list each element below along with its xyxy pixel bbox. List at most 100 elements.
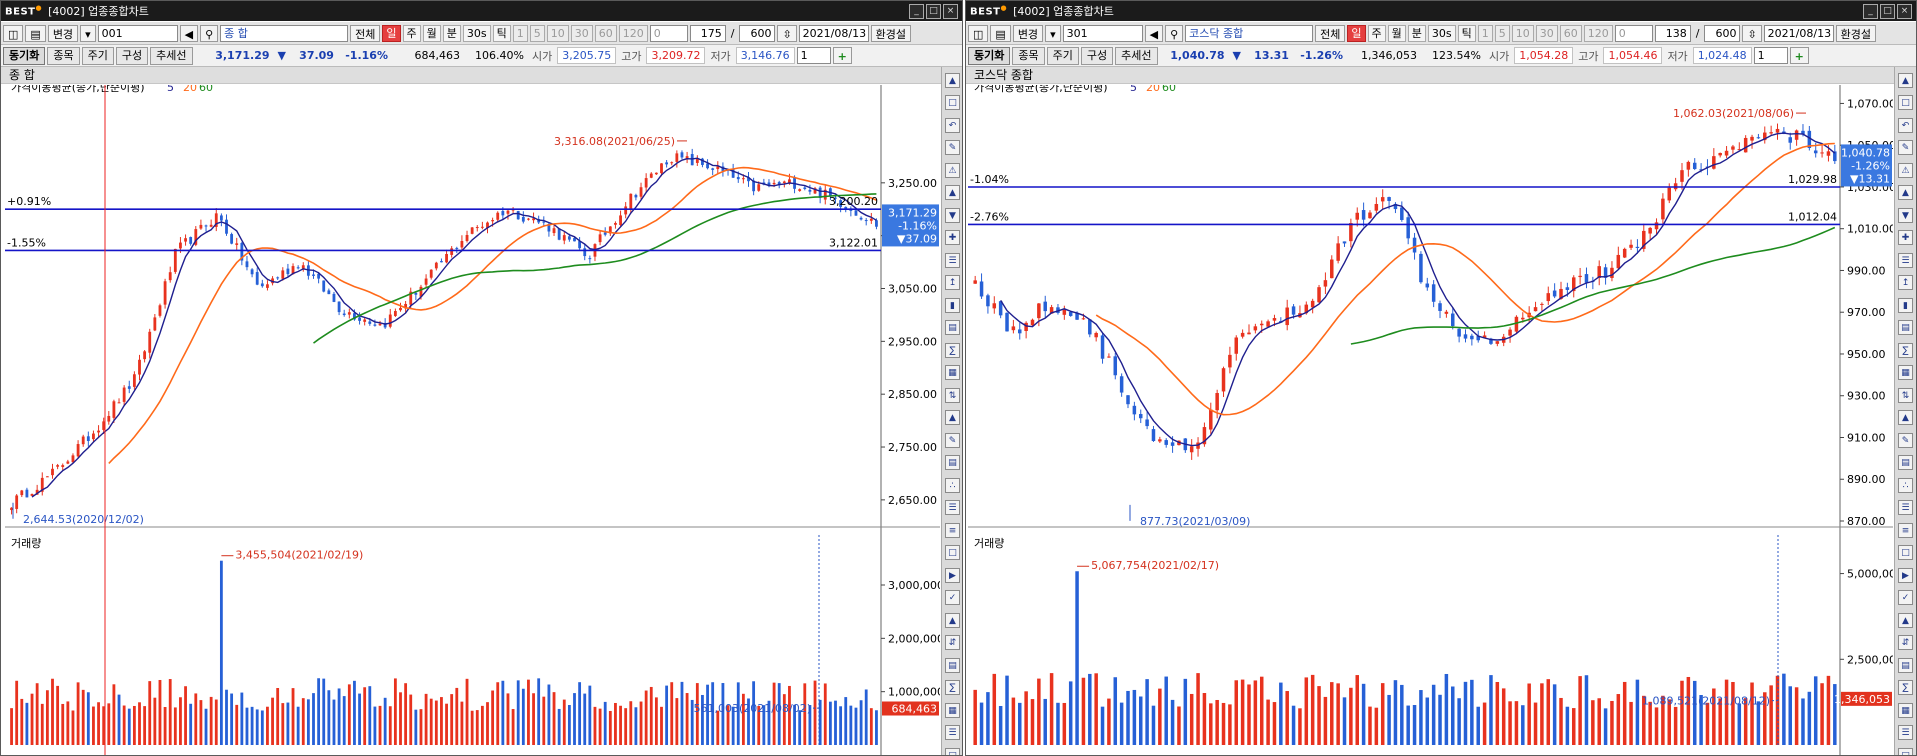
- scroll-up-icon[interactable]: ▲: [945, 73, 960, 88]
- draw-tool-icon[interactable]: ∴: [945, 477, 960, 493]
- draw-tool-icon[interactable]: ✎: [945, 140, 960, 155]
- draw-tool-icon[interactable]: ▲: [1898, 185, 1913, 200]
- draw-tool-icon[interactable]: ▦: [1898, 702, 1913, 718]
- period-day[interactable]: 일: [1347, 24, 1366, 42]
- period-30s[interactable]: 30s: [462, 24, 491, 42]
- count-input[interactable]: 175: [689, 24, 726, 42]
- minute-120[interactable]: 120: [1583, 24, 1613, 42]
- minute-5[interactable]: 5: [1494, 24, 1510, 42]
- chart-area[interactable]: 1,070.001,050.001,030.001,010.00990.0097…: [968, 70, 1903, 755]
- add-icon[interactable]: +: [1789, 47, 1809, 64]
- maximize-icon[interactable]: □: [926, 4, 941, 19]
- sync-button[interactable]: 동기화: [968, 46, 1011, 65]
- draw-tool-icon[interactable]: ☰: [945, 252, 960, 268]
- draw-tool-icon[interactable]: ▮: [1898, 297, 1913, 313]
- minimize-icon[interactable]: _: [1863, 4, 1878, 19]
- trend-button[interactable]: 추세선: [150, 46, 193, 65]
- minute-1[interactable]: 1: [512, 24, 528, 42]
- draw-tool-icon[interactable]: ∑: [945, 680, 960, 695]
- draw-tool-icon[interactable]: ↶: [1898, 117, 1913, 133]
- draw-tool-icon[interactable]: ▤: [1898, 320, 1913, 335]
- draw-tool-icon[interactable]: ∴: [1898, 477, 1913, 493]
- draw-tool-icon[interactable]: ▤: [1898, 455, 1913, 470]
- minute-60[interactable]: 60: [1559, 24, 1582, 42]
- minute-1[interactable]: 1: [1477, 24, 1493, 42]
- draw-tool-icon[interactable]: ☰: [1898, 725, 1913, 740]
- minute-30[interactable]: 30: [1535, 24, 1558, 42]
- minute-10[interactable]: 10: [1511, 24, 1534, 42]
- draw-tool-icon[interactable]: ▤: [945, 455, 960, 470]
- draw-tool-icon[interactable]: ∑: [945, 342, 960, 358]
- code-input[interactable]: 001: [97, 24, 178, 42]
- draw-tool-icon[interactable]: ≡: [945, 522, 960, 538]
- chevron-down-icon[interactable]: ▾: [80, 24, 96, 42]
- page-select[interactable]: 1: [796, 47, 831, 64]
- close-icon[interactable]: ×: [943, 4, 958, 19]
- chart-area[interactable]: 3,250.003,150.003,050.002,950.002,850.00…: [5, 70, 944, 755]
- minimize-icon[interactable]: _: [909, 4, 924, 19]
- change-button[interactable]: 변경: [1012, 24, 1044, 42]
- draw-tool-icon[interactable]: ☰: [945, 725, 960, 740]
- draw-tool-icon[interactable]: ✎: [1898, 432, 1913, 448]
- draw-tool-icon[interactable]: ↥: [945, 275, 960, 290]
- toolbar-icon[interactable]: ▤: [25, 24, 46, 42]
- draw-tool-icon[interactable]: ✎: [1898, 140, 1913, 155]
- period-week[interactable]: 주: [402, 24, 421, 42]
- draw-tool-icon[interactable]: ▦: [945, 365, 960, 380]
- draw-tool-icon[interactable]: ⚠: [1898, 162, 1913, 178]
- minute-120[interactable]: 120: [618, 24, 648, 42]
- draw-tool-icon[interactable]: ▼: [945, 207, 960, 223]
- period-minute[interactable]: 분: [1407, 24, 1426, 42]
- minute-5[interactable]: 5: [529, 24, 545, 42]
- period-icon[interactable]: ⇳: [1742, 24, 1762, 42]
- draw-tool-icon[interactable]: ▶: [945, 567, 960, 583]
- period-month[interactable]: 월: [422, 24, 441, 42]
- draw-tool-icon[interactable]: □: [1898, 545, 1913, 560]
- draw-tool-icon[interactable]: ⚠: [945, 162, 960, 178]
- draw-tool-icon[interactable]: ∑: [1898, 680, 1913, 695]
- period-tick[interactable]: 틱: [1457, 24, 1476, 42]
- draw-tool-icon[interactable]: ☰: [1898, 252, 1913, 268]
- draw-tool-icon[interactable]: ▤: [1898, 657, 1913, 673]
- close-icon[interactable]: ×: [1897, 4, 1912, 19]
- period-minute[interactable]: 분: [442, 24, 461, 42]
- draw-tool-icon[interactable]: ▲: [945, 185, 960, 200]
- total-input[interactable]: 600: [1704, 24, 1741, 42]
- maximize-icon[interactable]: □: [1880, 4, 1895, 19]
- change-button[interactable]: 변경: [47, 24, 79, 42]
- cycle-button[interactable]: 주기: [1046, 46, 1079, 65]
- draw-tool-icon[interactable]: ▼: [1898, 207, 1913, 223]
- sync-button[interactable]: 동기화: [3, 46, 46, 65]
- chevron-down-icon[interactable]: ▾: [1045, 24, 1061, 42]
- env-button[interactable]: 환경설: [1835, 24, 1877, 42]
- date-input[interactable]: 2021/08/13: [1763, 24, 1834, 42]
- draw-tool-icon[interactable]: ✎: [945, 432, 960, 448]
- draw-tool-icon[interactable]: ▦: [945, 702, 960, 718]
- item-button[interactable]: 종목: [47, 46, 80, 65]
- draw-tool-icon[interactable]: ▤: [945, 320, 960, 335]
- draw-tool-icon[interactable]: ▲: [1898, 410, 1913, 425]
- item-button[interactable]: 종목: [1012, 46, 1045, 65]
- draw-tool-icon[interactable]: □: [945, 545, 960, 560]
- draw-tool-icon[interactable]: ↶: [945, 117, 960, 133]
- env-button[interactable]: 환경설: [870, 24, 912, 42]
- all-button[interactable]: 전체: [1315, 24, 1346, 42]
- period-tick[interactable]: 틱: [492, 24, 511, 42]
- all-button[interactable]: 전체: [350, 24, 381, 42]
- draw-tool-icon[interactable]: ▤: [945, 657, 960, 673]
- draw-tool-icon[interactable]: ☰: [945, 500, 960, 515]
- code-input[interactable]: 301: [1062, 24, 1143, 42]
- draw-tool-icon[interactable]: ▦: [1898, 365, 1913, 380]
- draw-tool-icon[interactable]: ⇅: [945, 387, 960, 403]
- trend-button[interactable]: 추세선: [1115, 46, 1158, 65]
- draw-tool-icon[interactable]: ▲: [945, 612, 960, 628]
- window-icon[interactable]: ◫: [968, 24, 989, 42]
- toolbar-icon[interactable]: ▤: [990, 24, 1011, 42]
- search-icon[interactable]: ⚲: [200, 24, 219, 42]
- zero-field[interactable]: 0: [1614, 24, 1653, 42]
- compose-button[interactable]: 구성: [1080, 46, 1114, 65]
- compose-button[interactable]: 구성: [115, 46, 149, 65]
- add-icon[interactable]: +: [832, 47, 852, 64]
- total-input[interactable]: 600: [739, 24, 776, 42]
- draw-tool-icon[interactable]: ⇵: [945, 635, 960, 650]
